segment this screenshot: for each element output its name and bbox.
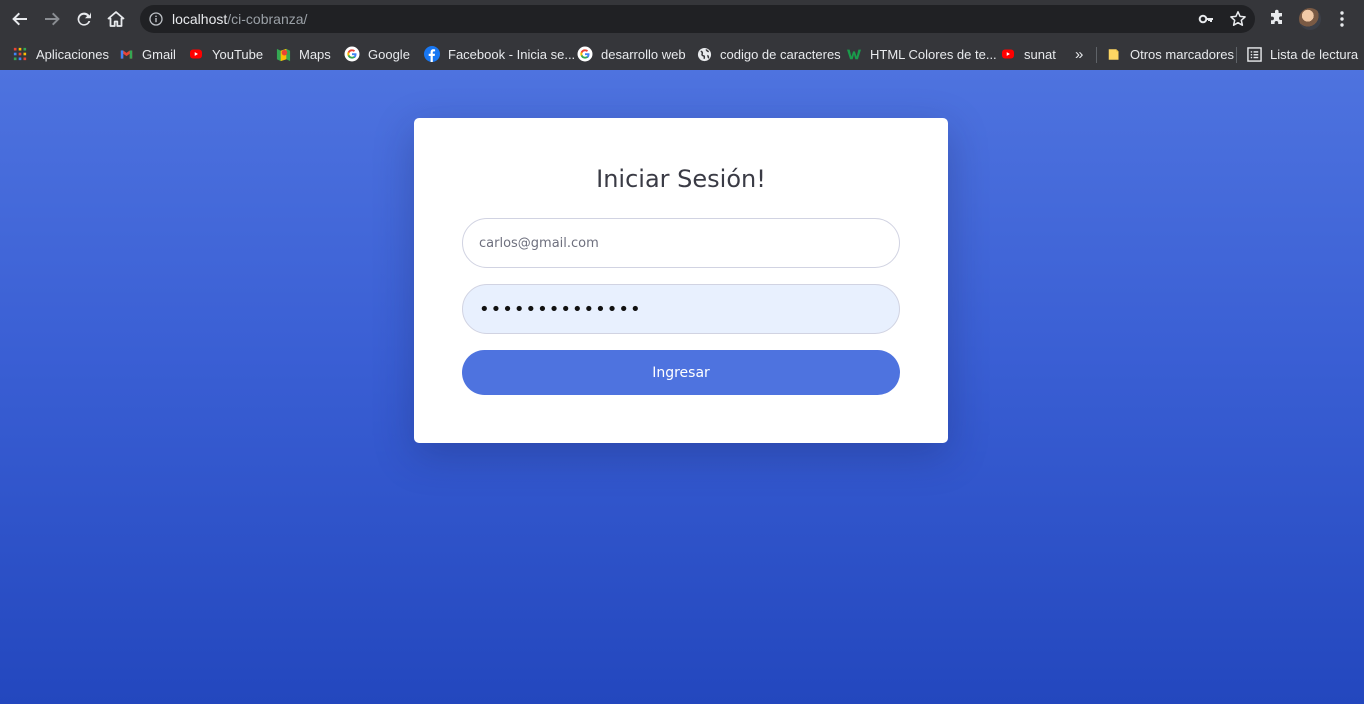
youtube-icon — [188, 46, 204, 62]
folder-icon — [1106, 46, 1122, 62]
browser-toolbar: localhost/ci-cobranza/ — [0, 0, 1364, 38]
bookmarks-separator — [1236, 47, 1237, 63]
gmail-icon — [118, 46, 134, 62]
bookmarks-separator — [1096, 47, 1097, 63]
bookmark-facebook[interactable]: Facebook - Inicia se... — [424, 43, 575, 65]
bookmark-label: Aplicaciones — [36, 46, 109, 62]
menu-icon[interactable] — [1333, 9, 1351, 29]
page-background: Iniciar Sesión! Ingresar — [0, 70, 1364, 704]
bookmark-label: sunat — [1024, 46, 1056, 62]
google-icon — [344, 46, 360, 62]
url-path: /ci-cobranza/ — [227, 11, 308, 27]
reading-list-button[interactable]: Lista de lectura — [1246, 43, 1358, 65]
facebook-icon — [424, 46, 440, 62]
page-title: Iniciar Sesión! — [596, 165, 766, 193]
bookmark-label: Gmail — [142, 46, 176, 62]
globe-icon — [696, 46, 712, 62]
star-icon[interactable] — [1229, 10, 1247, 28]
reading-list-icon — [1246, 46, 1262, 62]
apps-grid-icon — [12, 46, 28, 62]
bookmark-sunat[interactable]: sunat — [1000, 43, 1056, 65]
bookmarks-overflow-button[interactable]: » — [1075, 43, 1083, 65]
bookmark-codigo-de-caracteres[interactable]: codigo de caracteres — [696, 43, 841, 65]
url-text[interactable]: localhost/ci-cobranza/ — [172, 11, 307, 27]
bookmark-youtube[interactable]: YouTube — [188, 43, 263, 65]
bookmark-label: Google — [368, 46, 410, 62]
google-icon — [577, 46, 593, 62]
maps-icon — [275, 46, 291, 62]
overflow-chevron-icon: » — [1075, 45, 1084, 63]
password-field[interactable] — [462, 284, 900, 334]
youtube-icon — [1000, 46, 1016, 62]
bookmark-aplicaciones[interactable]: Aplicaciones — [12, 43, 109, 65]
bookmark-maps[interactable]: Maps — [275, 43, 331, 65]
bookmark-html-colores[interactable]: HTML Colores de te... — [846, 43, 997, 65]
key-icon[interactable] — [1198, 11, 1214, 27]
forward-icon[interactable] — [40, 7, 64, 31]
bookmark-label: Facebook - Inicia se... — [448, 46, 576, 62]
bookmark-label: Maps — [299, 46, 331, 62]
bookmark-desarrollo-web[interactable]: desarrollo web — [577, 43, 686, 65]
bookmark-label: codigo de caracteres — [720, 46, 841, 62]
bookmarks-bar: Aplicaciones Gmail YouTube Maps Google F… — [0, 38, 1364, 70]
bookmark-label: YouTube — [212, 46, 264, 62]
login-button[interactable]: Ingresar — [462, 350, 900, 395]
home-icon[interactable] — [104, 7, 128, 31]
bookmark-label: Otros marcadores — [1130, 46, 1235, 62]
login-card: Iniciar Sesión! Ingresar — [414, 118, 948, 443]
url-host: localhost — [172, 11, 228, 27]
back-icon[interactable] — [8, 7, 32, 31]
bookmark-label: desarrollo web — [601, 46, 686, 62]
address-bar[interactable]: localhost/ci-cobranza/ — [140, 5, 1255, 33]
reload-icon[interactable] — [72, 7, 96, 31]
bookmark-otros-marcadores[interactable]: Otros marcadores — [1106, 43, 1234, 65]
bookmark-label: HTML Colores de te... — [870, 46, 997, 62]
avatar[interactable] — [1299, 8, 1321, 30]
extensions-icon[interactable] — [1268, 9, 1286, 27]
w-icon — [846, 46, 862, 62]
bookmark-google[interactable]: Google — [344, 43, 410, 65]
info-icon[interactable] — [149, 12, 163, 26]
email-field[interactable] — [462, 218, 900, 268]
bookmark-label: Lista de lectura — [1270, 46, 1359, 62]
bookmark-gmail[interactable]: Gmail — [118, 43, 176, 65]
